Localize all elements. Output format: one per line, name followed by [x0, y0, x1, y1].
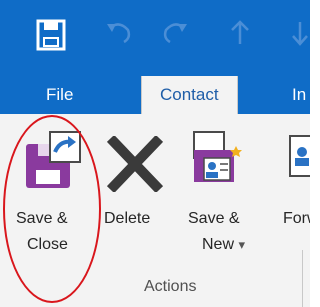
undo-icon[interactable]: [104, 18, 134, 53]
tab-insert[interactable]: In: [292, 76, 306, 114]
save-new-text: New: [202, 236, 235, 253]
save-and-close-button[interactable]: Save & Close: [0, 114, 102, 278]
up-arrow-icon[interactable]: [228, 18, 252, 53]
save-and-new-button[interactable]: Save & New ▾: [182, 114, 260, 278]
save-new-label-line2: New ▾: [202, 232, 245, 258]
quick-access-toolbar: [0, 0, 310, 76]
actions-group-label: Actions: [144, 278, 197, 295]
group-separator: [302, 250, 303, 307]
tab-contact[interactable]: Contact: [141, 76, 238, 114]
forward-contact-icon: [288, 132, 310, 193]
ribbon-panel: Save & Close Delete Save & New ▾ For Act…: [0, 114, 310, 307]
down-arrow-icon[interactable]: [290, 18, 310, 53]
delete-x-icon: [106, 134, 164, 197]
save-new-label-line1: Save &: [188, 210, 240, 227]
delete-button[interactable]: Delete: [102, 114, 182, 278]
save-new-contact-icon: [192, 130, 244, 199]
save-icon[interactable]: [34, 18, 68, 57]
save-close-label-line1: Save &: [16, 210, 68, 227]
save-close-label-line2: Close: [27, 236, 68, 253]
ribbon-tabs: File Contact In: [0, 76, 310, 114]
redo-icon[interactable]: [160, 18, 190, 53]
save-close-icon: [22, 130, 84, 197]
tab-file[interactable]: File: [46, 76, 73, 114]
forward-label: Forw: [283, 210, 310, 227]
delete-label: Delete: [104, 210, 151, 227]
chevron-down-icon[interactable]: ▾: [238, 237, 245, 252]
